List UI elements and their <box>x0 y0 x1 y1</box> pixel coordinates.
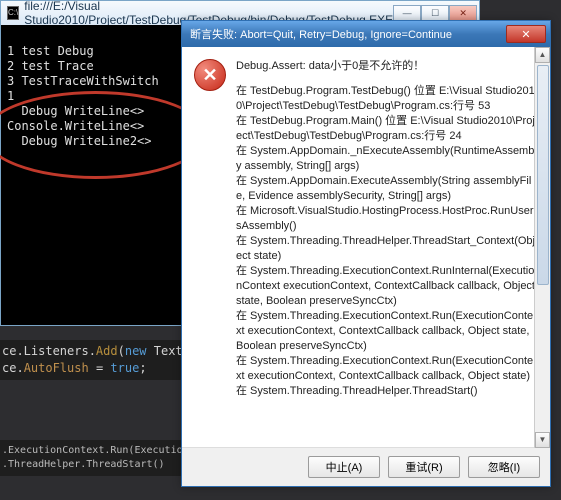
stack-line: 在 Microsoft.VisualStudio.HostingProcess.… <box>236 204 538 234</box>
scroll-thumb[interactable] <box>537 65 549 285</box>
scroll-down-button[interactable]: ▼ <box>535 432 550 448</box>
dialog-body: ✕ Debug.Assert: data小于0是不允许的！ 在 TestDebu… <box>182 47 550 447</box>
error-icon: ✕ <box>194 59 226 91</box>
console-line: Debug WriteLine<> <box>7 104 144 118</box>
assertion-dialog: 断言失败: Abort=Quit, Retry=Debug, Ignore=Co… <box>181 20 551 487</box>
scroll-up-button[interactable]: ▲ <box>535 47 550 63</box>
retry-button[interactable]: 重试(R) <box>388 456 460 478</box>
dialog-text: Debug.Assert: data小于0是不允许的！ 在 TestDebug.… <box>236 59 538 439</box>
stack-line: 在 TestDebug.Program.Main() 位置 E:\Visual … <box>236 114 538 144</box>
dialog-title: 断言失败: Abort=Quit, Retry=Debug, Ignore=Co… <box>190 26 506 42</box>
dialog-scrollbar[interactable]: ▲ ▼ <box>534 47 550 448</box>
stack-line: 在 System.Threading.ExecutionContext.RunI… <box>236 264 538 309</box>
maximize-button[interactable]: ☐ <box>421 5 449 21</box>
console-line: Debug WriteLine2<> <box>7 134 152 148</box>
stack-line: 在 System.Threading.ThreadHelper.ThreadSt… <box>236 234 538 264</box>
window-buttons: — ☐ ✕ <box>393 5 477 21</box>
console-app-icon: C:\ <box>7 6 19 20</box>
stack-line: 在 System.Threading.ExecutionContext.Run(… <box>236 309 538 354</box>
console-line: 1 <box>7 89 14 103</box>
console-line: Console.WriteLine<> <box>7 119 144 133</box>
stack-line: 在 System.AppDomain._nExecuteAssembly(Run… <box>236 144 538 174</box>
minimize-button[interactable]: — <box>393 5 421 21</box>
console-line: 3 TestTraceWithSwitch <box>7 74 159 88</box>
assertion-message: Debug.Assert: data小于0是不允许的！ <box>236 59 538 74</box>
abort-button[interactable]: 中止(A) <box>308 456 380 478</box>
console-line: 2 test Trace <box>7 59 94 73</box>
dialog-close-button[interactable]: ✕ <box>506 25 546 43</box>
stack-line: 在 TestDebug.Program.TestDebug() 位置 E:\Vi… <box>236 84 538 114</box>
stack-line: 在 System.AppDomain.ExecuteAssembly(Strin… <box>236 174 538 204</box>
ignore-button[interactable]: 忽略(I) <box>468 456 540 478</box>
stack-line: 在 System.Threading.ThreadHelper.ThreadSt… <box>236 384 538 399</box>
stack-line: 在 System.Threading.ExecutionContext.Run(… <box>236 354 538 384</box>
dialog-button-row: 中止(A) 重试(R) 忽略(I) <box>182 447 550 486</box>
close-button[interactable]: ✕ <box>449 5 477 21</box>
dialog-titlebar[interactable]: 断言失败: Abort=Quit, Retry=Debug, Ignore=Co… <box>182 21 550 47</box>
console-line: 1 test Debug <box>7 44 94 58</box>
